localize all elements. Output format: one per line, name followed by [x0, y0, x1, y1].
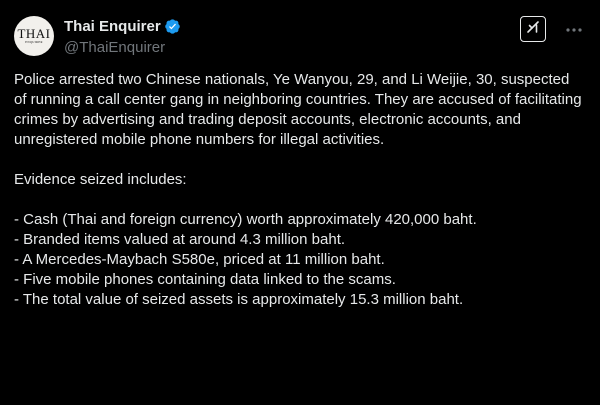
display-name-row: Thai Enquirer	[64, 16, 181, 36]
avatar-logo-text: THAI	[17, 26, 51, 41]
post-header: THAI ENQUIRER Thai Enquirer @ThaiEnquire…	[14, 14, 586, 58]
post-text: Police arrested two Chinese nationals, Y…	[14, 70, 584, 310]
evidence-item: - Cash (Thai and foreign currency) worth…	[14, 211, 477, 228]
evidence-item: - Five mobile phones containing data lin…	[14, 271, 396, 288]
evidence-item: - A Mercedes-Maybach S580e, priced at 11…	[14, 251, 385, 268]
post-paragraph: Police arrested two Chinese nationals, Y…	[14, 71, 586, 148]
author-handle[interactable]: @ThaiEnquirer	[64, 38, 181, 58]
more-horizontal-icon	[565, 20, 583, 38]
evidence-item: - Branded items valued at around 4.3 mil…	[14, 231, 346, 248]
avatar-logo-subtext: ENQUIRER	[25, 40, 43, 44]
evidence-heading: Evidence seized includes:	[14, 171, 187, 188]
author-names: Thai Enquirer @ThaiEnquirer	[64, 16, 181, 58]
verified-badge-icon	[164, 18, 181, 35]
avatar[interactable]: THAI ENQUIRER	[14, 16, 54, 56]
grok-icon	[525, 19, 541, 40]
grok-button[interactable]	[520, 16, 546, 42]
more-options-button[interactable]	[562, 18, 586, 40]
author-display-name[interactable]: Thai Enquirer	[64, 18, 161, 35]
evidence-item: - The total value of seized assets is ap…	[14, 291, 464, 308]
post-card: THAI ENQUIRER Thai Enquirer @ThaiEnquire…	[0, 0, 600, 405]
